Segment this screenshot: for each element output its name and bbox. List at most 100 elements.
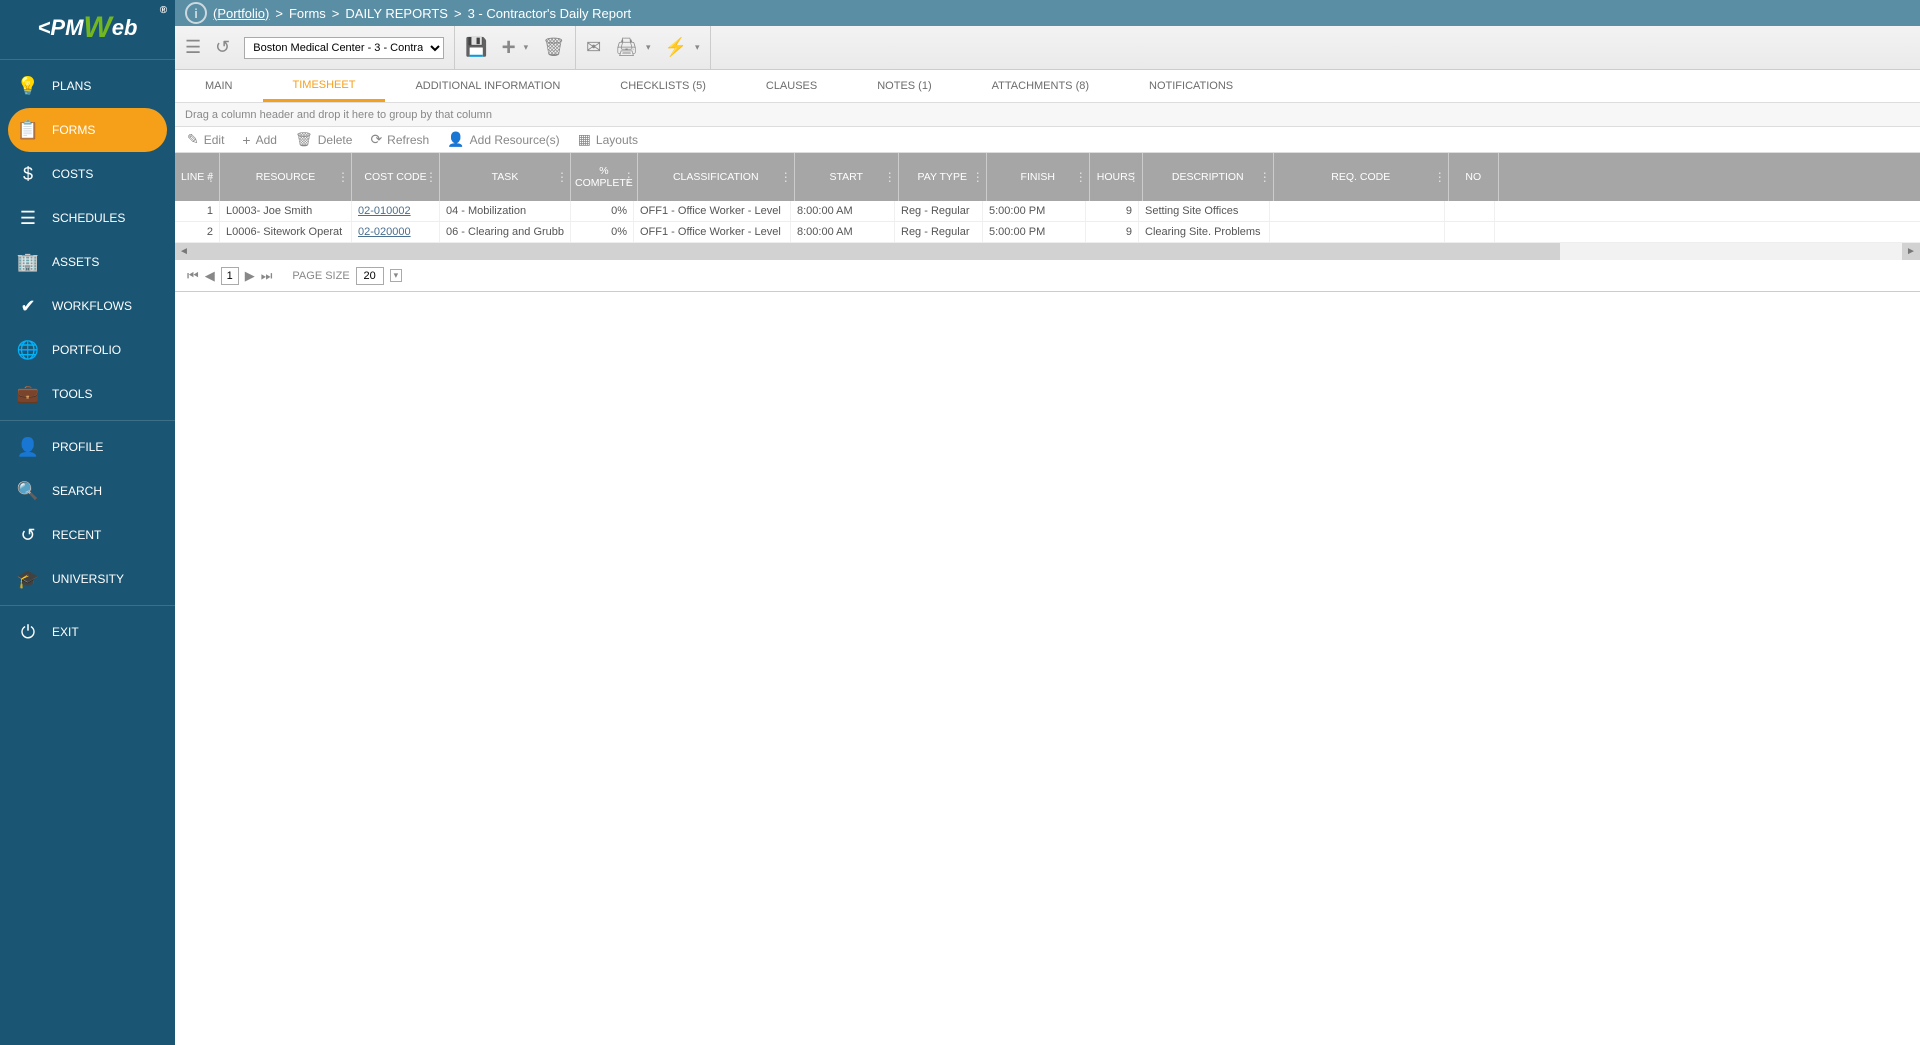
delete-button[interactable]: 🗑Delete (295, 131, 352, 148)
scroll-track[interactable] (193, 243, 1902, 260)
sidebar-item-portfolio[interactable]: 🌐PORTFOLIO (0, 328, 175, 372)
mail-icon[interactable]: ✉ (586, 37, 601, 58)
save-icon[interactable]: 💾 (465, 37, 487, 58)
filter-icon[interactable]: ⋮ (1075, 170, 1087, 184)
horizontal-scrollbar[interactable]: ◄ ► (175, 243, 1920, 260)
tab-main[interactable]: MAIN (175, 70, 263, 102)
sidebar-item-assets[interactable]: 🏢ASSETS (0, 240, 175, 284)
col-resource[interactable]: RESOURCE⋮ (220, 153, 352, 201)
tab-notifications[interactable]: NOTIFICATIONS (1119, 70, 1263, 102)
cell-req (1270, 201, 1445, 221)
page-size-dropdown-icon[interactable]: ▾ (390, 269, 403, 282)
tab-additional[interactable]: ADDITIONAL INFORMATION (385, 70, 590, 102)
group-by-row[interactable]: Drag a column header and drop it here to… (175, 103, 1920, 127)
history-icon: ↺ (18, 525, 38, 546)
table-row[interactable]: 2 L0006- Sitework Operat 02-020000 06 - … (175, 222, 1920, 243)
sidebar-item-plans[interactable]: 💡PLANS (0, 64, 175, 108)
layouts-button[interactable]: ▦Layouts (578, 131, 638, 148)
check-icon: ✔ (18, 296, 38, 317)
costcode-link[interactable]: 02-010002 (358, 205, 411, 217)
col-class[interactable]: CLASSIFICATION⋮ (638, 153, 795, 201)
page-input[interactable] (221, 267, 239, 285)
print-icon[interactable]: 🖨 (615, 37, 638, 58)
sidebar-label: ASSETS (52, 255, 99, 269)
info-icon[interactable]: i (185, 2, 207, 24)
filter-icon[interactable]: ⋮ (205, 170, 217, 184)
list-icon[interactable]: ☰ (185, 37, 201, 58)
table-row[interactable]: 1 L0003- Joe Smith 02-010002 04 - Mobili… (175, 201, 1920, 222)
sidebar-item-schedules[interactable]: ☰SCHEDULES (0, 196, 175, 240)
add-resources-button[interactable]: 👤Add Resource(s) (447, 131, 559, 148)
sidebar-label: COSTS (52, 167, 93, 181)
filter-icon[interactable]: ⋮ (1128, 170, 1140, 184)
sidebar-item-costs[interactable]: $COSTS (0, 152, 175, 196)
bolt-dropdown-icon[interactable]: ▾ (695, 42, 700, 53)
crumb-daily[interactable]: DAILY REPORTS (345, 6, 448, 21)
tab-attachments[interactable]: ATTACHMENTS (8) (962, 70, 1119, 102)
costcode-link[interactable]: 02-020000 (358, 226, 411, 238)
tab-clauses[interactable]: CLAUSES (736, 70, 847, 102)
filter-icon[interactable]: ⋮ (556, 170, 568, 184)
filter-icon[interactable]: ⋮ (884, 170, 896, 184)
scroll-left-icon[interactable]: ◄ (175, 243, 193, 260)
scroll-thumb[interactable] (193, 243, 1560, 260)
page-size-input[interactable] (356, 267, 384, 285)
last-page-icon[interactable]: ⏭ (261, 268, 273, 284)
first-page-icon[interactable]: ⏮ (187, 268, 199, 284)
col-costcode[interactable]: COST CODE⋮ (352, 153, 440, 201)
sidebar-item-exit[interactable]: ⏻EXIT (0, 610, 175, 654)
col-notes[interactable]: NO (1449, 153, 1499, 201)
col-line[interactable]: LINE #⋮ (175, 153, 220, 201)
sidebar-item-forms[interactable]: 📋FORMS (8, 108, 167, 152)
filter-icon[interactable]: ⋮ (623, 170, 635, 184)
action-label: Refresh (387, 133, 429, 147)
col-paytype[interactable]: PAY TYPE⋮ (899, 153, 987, 201)
tab-checklists[interactable]: CHECKLISTS (5) (590, 70, 736, 102)
add-icon[interactable]: + (502, 34, 516, 62)
filter-icon[interactable]: ⋮ (972, 170, 984, 184)
col-req[interactable]: REQ. CODE⋮ (1274, 153, 1449, 201)
history-icon[interactable]: ↺ (215, 37, 230, 58)
sidebar-item-university[interactable]: 🎓UNIVERSITY (0, 557, 175, 601)
col-task[interactable]: TASK⋮ (440, 153, 571, 201)
page-size-label: PAGE SIZE (292, 270, 349, 282)
prev-page-icon[interactable]: ◀ (205, 268, 215, 284)
col-desc[interactable]: DESCRIPTION⋮ (1143, 153, 1274, 201)
filter-icon[interactable]: ⋮ (337, 170, 349, 184)
divider (0, 605, 175, 606)
print-dropdown-icon[interactable]: ▾ (646, 42, 651, 53)
logo[interactable]: <PMWeb ® (0, 0, 175, 55)
col-pct[interactable]: % COMPLETE⋮ (571, 153, 638, 201)
cell-start: 8:00:00 AM (791, 222, 895, 242)
bolt-icon[interactable]: ⚡ (665, 37, 687, 58)
tab-notes[interactable]: NOTES (1) (847, 70, 961, 102)
crumb-forms[interactable]: Forms (289, 6, 326, 21)
filter-icon[interactable]: ⋮ (1434, 170, 1446, 184)
sidebar-item-search[interactable]: 🔍SEARCH (0, 469, 175, 513)
filter-icon[interactable]: ⋮ (780, 170, 792, 184)
tab-timesheet[interactable]: TIMESHEET (263, 70, 386, 102)
action-label: Layouts (596, 133, 638, 147)
sidebar-item-tools[interactable]: 💼TOOLS (0, 372, 175, 416)
sidebar-label: EXIT (52, 625, 79, 639)
filter-icon[interactable]: ⋮ (425, 170, 437, 184)
col-hours[interactable]: HOURS⋮ (1090, 153, 1143, 201)
crumb-portfolio[interactable]: (Portfolio) (213, 6, 269, 21)
cell-class: OFF1 - Office Worker - Level (634, 201, 791, 221)
add-dropdown-icon[interactable]: ▾ (524, 42, 529, 53)
sidebar-item-workflows[interactable]: ✔WORKFLOWS (0, 284, 175, 328)
delete-icon[interactable]: 🗑 (542, 37, 565, 58)
scroll-right-icon[interactable]: ► (1902, 243, 1920, 260)
col-finish[interactable]: FINISH⋮ (987, 153, 1090, 201)
next-page-icon[interactable]: ▶ (245, 268, 255, 284)
edit-button[interactable]: ✎Edit (187, 131, 224, 148)
refresh-button[interactable]: ⟳Refresh (370, 131, 429, 148)
add-button[interactable]: +Add (242, 132, 277, 148)
sidebar-item-profile[interactable]: 👤PROFILE (0, 425, 175, 469)
col-start[interactable]: START⋮ (795, 153, 899, 201)
project-select[interactable]: Boston Medical Center - 3 - Contrac (244, 37, 444, 59)
filter-icon[interactable]: ⋮ (1259, 170, 1271, 184)
cell-class: OFF1 - Office Worker - Level (634, 222, 791, 242)
clipboard-icon: 📋 (18, 120, 38, 141)
sidebar-item-recent[interactable]: ↺RECENT (0, 513, 175, 557)
